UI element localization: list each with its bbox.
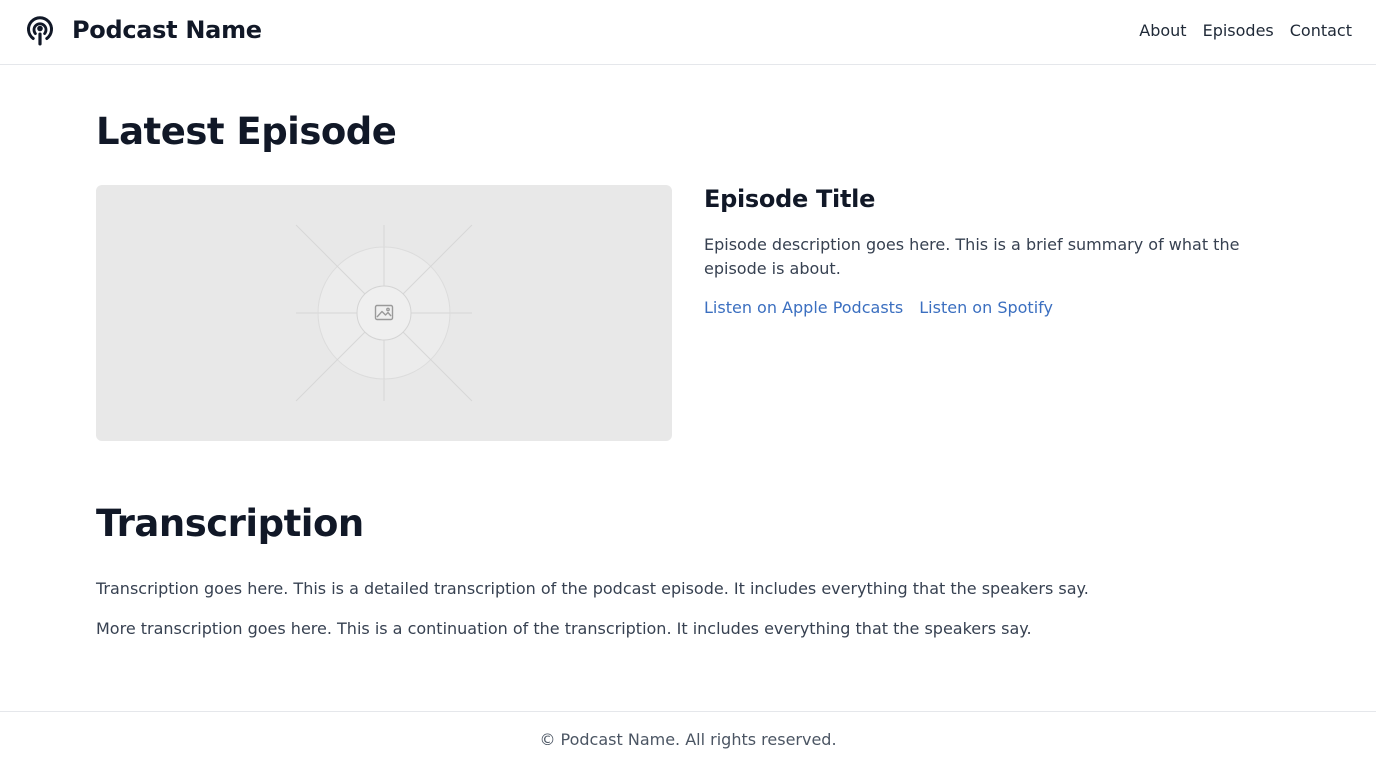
nav-about-link[interactable]: About: [1139, 21, 1186, 40]
nav-episodes-link[interactable]: Episodes: [1203, 21, 1274, 40]
site-footer: © Podcast Name. All rights reserved.: [0, 711, 1376, 768]
nav-contact-link[interactable]: Contact: [1290, 21, 1352, 40]
spotify-link[interactable]: Listen on Spotify: [919, 298, 1053, 317]
latest-episode-heading: Latest Episode: [96, 110, 397, 153]
podcast-icon[interactable]: [24, 14, 56, 48]
transcription-paragraph: More transcription goes here. This is a …: [96, 619, 1032, 638]
episode-image-placeholder: [96, 185, 672, 441]
main-nav: About Episodes Contact: [1139, 21, 1352, 40]
site-title[interactable]: Podcast Name: [72, 16, 262, 44]
image-placeholder-icon: [295, 224, 473, 402]
transcription-paragraph: Transcription goes here. This is a detai…: [96, 579, 1089, 598]
episode-listen-links: Listen on Apple Podcasts Listen on Spoti…: [704, 298, 1053, 317]
site-header: Podcast Name About Episodes Contact: [0, 0, 1376, 65]
transcription-heading: Transcription: [96, 502, 364, 545]
copyright-text: © Podcast Name. All rights reserved.: [539, 730, 837, 749]
episode-description: Episode description goes here. This is a…: [704, 235, 1240, 278]
episode-title: Episode Title: [704, 185, 876, 213]
apple-podcasts-link[interactable]: Listen on Apple Podcasts: [704, 298, 903, 317]
